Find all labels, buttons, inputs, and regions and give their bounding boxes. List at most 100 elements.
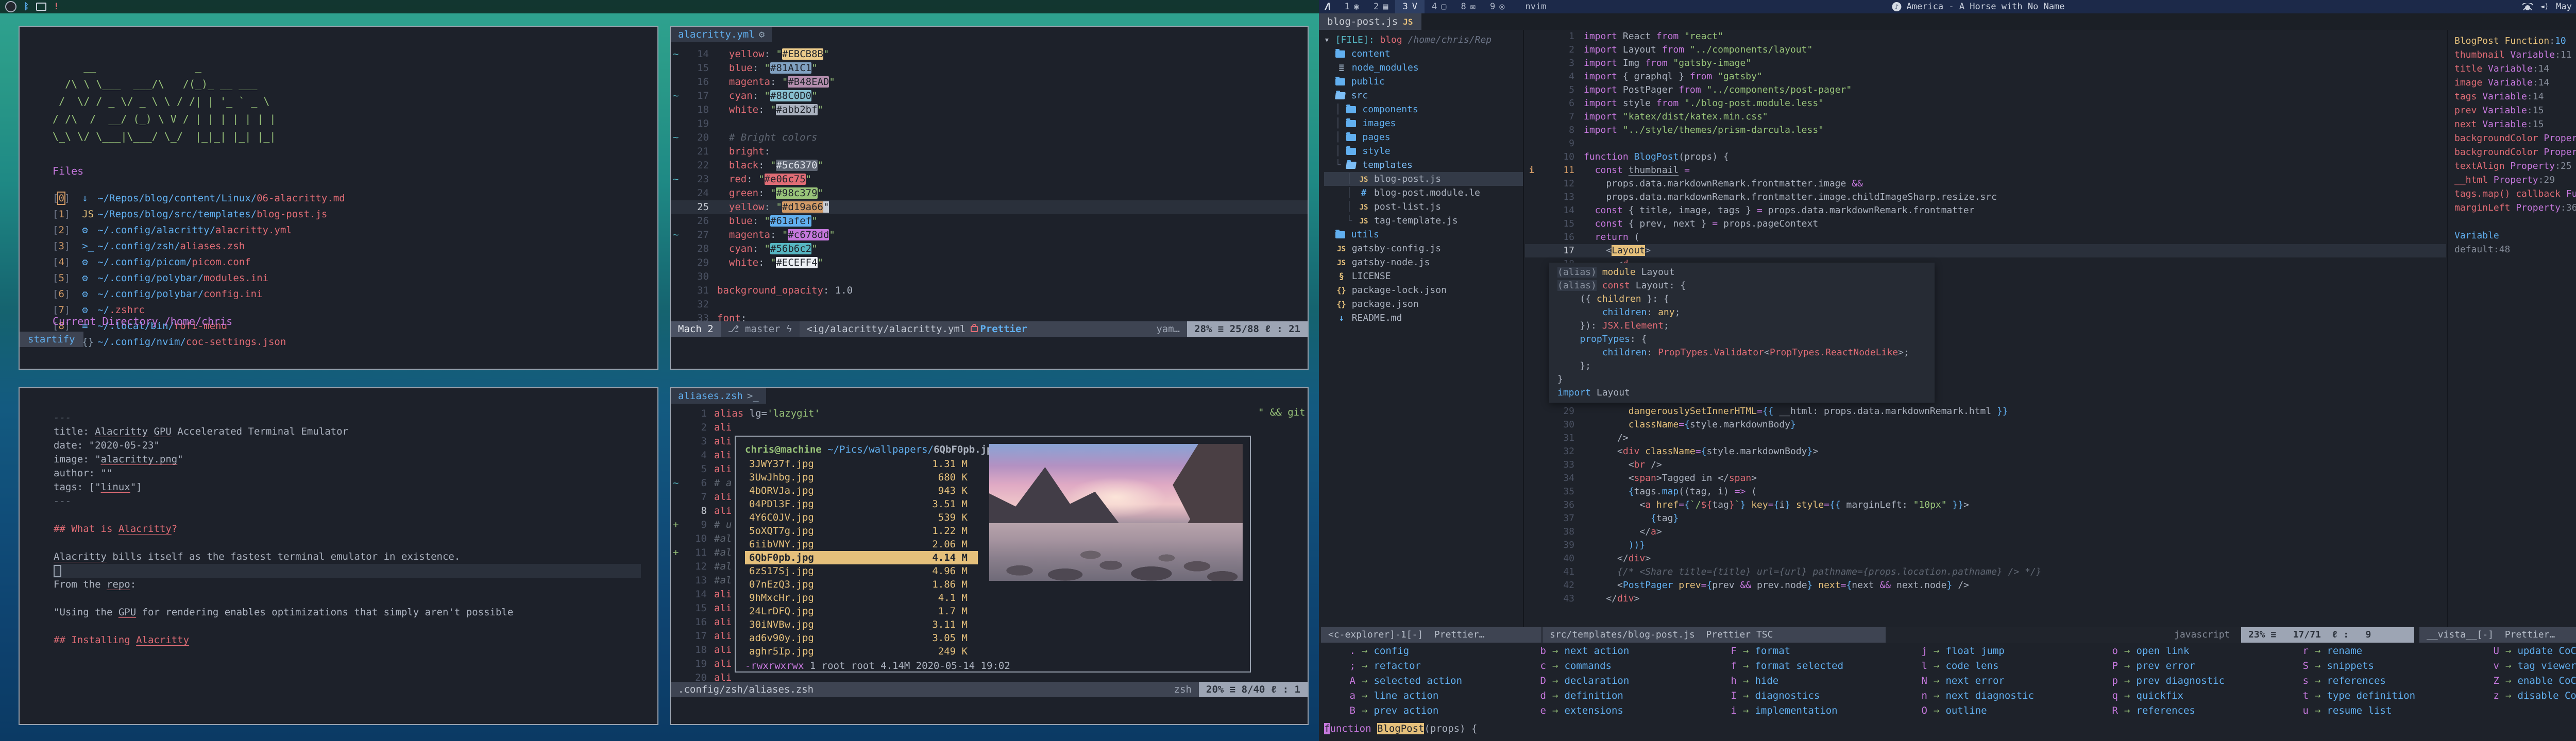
- outline-symbol-textAlign[interactable]: textAlign Property:25: [2454, 159, 2576, 173]
- file-picker-item[interactable]: 9hMxcHr.jpg4.1 M: [745, 591, 978, 605]
- outline-symbol-marginLeft[interactable]: marginLeft Property:36: [2454, 201, 2576, 215]
- outline-symbol-tags[interactable]: tags Variable:14: [2454, 90, 2576, 104]
- which-key-binding-U[interactable]: U→update CoC: [2481, 644, 2576, 659]
- tree-item-package-lock.json[interactable]: {}package-lock.json: [1324, 283, 1523, 297]
- outline-symbol-backgroundColor[interactable]: backgroundColor Property:: [2454, 145, 2576, 159]
- tree-item-public[interactable]: public: [1324, 75, 1523, 89]
- outline-symbol-__html[interactable]: __html Property:29: [2454, 173, 2576, 187]
- which-key-binding-r[interactable]: r→rename: [2290, 644, 2415, 659]
- which-key-binding-z[interactable]: z→disable CoC: [2481, 688, 2576, 703]
- startify-entry[interactable]: [2] ⚙~/.config/alacritty/alacritty.yml: [53, 222, 345, 238]
- which-key-binding-q[interactable]: q→quickfix: [2099, 688, 2225, 703]
- file-picker-item[interactable]: 6iibVNY.jpg2.06 M: [745, 538, 978, 551]
- tree-item-gatsby-config.js[interactable]: JSgatsby-config.js: [1324, 242, 1523, 255]
- which-key-binding-B[interactable]: B→prev action: [1337, 703, 1462, 718]
- which-key-binding-d[interactable]: d→definition: [1528, 688, 1629, 703]
- which-key-binding-f[interactable]: f→format selected: [1718, 659, 1843, 674]
- which-key-binding-b[interactable]: b→next action: [1528, 644, 1629, 659]
- volume-icon[interactable]: ◄): [2540, 3, 2549, 11]
- tree-item-src[interactable]: src: [1324, 89, 1523, 102]
- file-picker-item[interactable]: ad6v90y.jpg3.05 M: [745, 631, 978, 645]
- outline-symbol-title[interactable]: title Variable:14: [2454, 62, 2576, 76]
- tree-item-content[interactable]: content: [1324, 47, 1523, 61]
- which-key-binding-S[interactable]: S→snippets: [2290, 659, 2415, 674]
- startify-entry[interactable]: [3] >_~/.config/zsh/aliases.zsh: [53, 238, 345, 254]
- file-picker-item[interactable]: 3UwJhbg.jpg680 K: [745, 471, 978, 484]
- which-key-binding-u[interactable]: u→resume list: [2290, 703, 2415, 718]
- outline-symbol-backgroundColor[interactable]: backgroundColor Property:: [2454, 131, 2576, 145]
- workspace-3-active[interactable]: 3V: [1395, 0, 1425, 13]
- outline-symbol-BlogPost[interactable]: BlogPost Function:10: [2454, 34, 2576, 48]
- which-key-binding-R[interactable]: R→references: [2099, 703, 2225, 718]
- file-picker-item[interactable]: 5oXQT7g.jpg1.22 M: [745, 524, 978, 538]
- tree-item-blog-post.js[interactable]: │ JSblog-post.js: [1324, 172, 1523, 186]
- tree-item-gatsby-node.js[interactable]: JSgatsby-node.js: [1324, 255, 1523, 269]
- startify-entry[interactable]: [9] {}~/.config/nvim/coc-settings.json: [53, 334, 345, 350]
- which-key-binding-i[interactable]: i→implementation: [1718, 703, 1843, 718]
- which-key-binding-p[interactable]: p→prev diagnostic: [2099, 674, 2225, 688]
- file-picker-item[interactable]: 30iNVBw.jpg3.11 M: [745, 618, 978, 631]
- which-key-binding-j[interactable]: j→float jump: [1909, 644, 2034, 659]
- workspace-4[interactable]: 4▢: [1425, 0, 1454, 13]
- workspace-9[interactable]: 9◎: [1483, 0, 1512, 13]
- startify-entry[interactable]: [1] JS~/Repos/blog/src/templates/blog-po…: [53, 206, 345, 222]
- spotify-module[interactable]: ♪ America - A Horse with No Name: [1892, 2, 2064, 12]
- tree-item-blog-post.module.le[interactable]: │ #blog-post.module.le: [1324, 186, 1523, 200]
- which-key-binding-;[interactable]: ;→refactor: [1337, 659, 1462, 674]
- workspace-1[interactable]: 1◉: [1337, 0, 1366, 13]
- workspace-2[interactable]: 2▤: [1366, 0, 1396, 13]
- which-key-binding-t[interactable]: t→type definition: [2290, 688, 2415, 703]
- file-picker-item[interactable]: 07nEzQ3.jpg1.86 M: [745, 578, 978, 591]
- file-picker-item[interactable]: 6zS17Sj.jpg4.96 M: [745, 564, 978, 578]
- tree-item-node_modules[interactable]: ≣node_modules: [1324, 61, 1523, 75]
- startify-entry[interactable]: [5] ⚙~/.config/polybar/modules.ini: [53, 270, 345, 286]
- which-key-binding-O[interactable]: O→outline: [1909, 703, 2034, 718]
- outline-symbol-next[interactable]: next Variable:15: [2454, 117, 2576, 131]
- startify-entry[interactable]: [4] ⚙~/.config/picom/picom.conf: [53, 254, 345, 270]
- outline-symbol-thumbnail[interactable]: thumbnail Variable:11: [2454, 48, 2576, 62]
- which-key-binding-N[interactable]: N→next error: [1909, 674, 2034, 688]
- tree-item-templates[interactable]: └ templates: [1324, 158, 1523, 172]
- which-key-binding-D[interactable]: D→declaration: [1528, 674, 1629, 688]
- tree-item-style[interactable]: │ style: [1324, 144, 1523, 158]
- outline-symbol-prev[interactable]: prev Variable:15: [2454, 104, 2576, 117]
- which-key-binding-P[interactable]: P→prev error: [2099, 659, 2225, 674]
- tree-item-components[interactable]: │ components: [1324, 102, 1523, 116]
- which-key-binding-A[interactable]: A→selected action: [1337, 674, 1462, 688]
- which-key-binding-o[interactable]: o→open link: [2099, 644, 2225, 659]
- which-key-binding-.[interactable]: .→config: [1337, 644, 1462, 659]
- which-key-binding-v[interactable]: v→tag viewer: [2481, 659, 2576, 674]
- startify-entry[interactable]: [0] ↓~/Repos/blog/content/Linux/06-alacr…: [53, 191, 345, 206]
- which-key-binding-s[interactable]: s→references: [2290, 674, 2415, 688]
- file-picker-item[interactable]: 6QbF0pb.jpg4.14 M: [745, 551, 978, 564]
- which-key-binding-n[interactable]: n→next diagnostic: [1909, 688, 2034, 703]
- which-key-binding-I[interactable]: I→diagnostics: [1718, 688, 1843, 703]
- which-key-binding-l[interactable]: l→code lens: [1909, 659, 2034, 674]
- file-picker-item[interactable]: aghr5Ip.jpg249 K: [745, 645, 978, 658]
- file-picker-item[interactable]: 3JWY37f.jpg1.31 M: [745, 457, 978, 471]
- which-key-binding-e[interactable]: e→extensions: [1528, 703, 1629, 718]
- outline-symbol-tags.map() callback[interactable]: tags.map() callback Function:: [2454, 187, 2576, 201]
- bluetooth-icon[interactable]: ᛒ: [24, 2, 29, 12]
- file-picker-item[interactable]: 4Y6C0JV.jpg539 K: [745, 511, 978, 524]
- outline-symbol-image[interactable]: image Variable:14: [2454, 76, 2576, 90]
- tree-item-README.md[interactable]: ↓README.md: [1324, 311, 1523, 325]
- workspace-8[interactable]: 8✉: [1453, 0, 1483, 13]
- which-key-binding-F[interactable]: F→format: [1718, 644, 1843, 659]
- file-picker-item[interactable]: 04PDl3F.jpg3.51 M: [745, 497, 978, 511]
- notification-alert-icon[interactable]: !: [54, 2, 59, 12]
- file-picker-item[interactable]: 24LrDFQ.jpg1.7 M: [745, 605, 978, 618]
- discord-icon[interactable]: [5, 1, 16, 12]
- wifi-icon[interactable]: [2522, 3, 2533, 10]
- tree-item-package.json[interactable]: {}package.json: [1324, 297, 1523, 311]
- tree-item-tag-template.js[interactable]: └ JStag-template.js: [1324, 214, 1523, 228]
- file-picker-item[interactable]: 4bORVJa.jpg943 K: [745, 484, 978, 497]
- tree-item-utils[interactable]: utils: [1324, 228, 1523, 242]
- startify-entry[interactable]: [6] ⚙~/.config/polybar/config.ini: [53, 286, 345, 302]
- buffer-tab[interactable]: alacritty.yml⚙: [671, 27, 772, 42]
- tree-item-pages[interactable]: │ pages: [1324, 130, 1523, 144]
- tree-item-LICENSE[interactable]: §LICENSE: [1324, 269, 1523, 283]
- tree-item-post-list.js[interactable]: │ JSpost-list.js: [1324, 200, 1523, 214]
- which-key-binding-Z[interactable]: Z→enable CoC: [2481, 674, 2576, 688]
- buffer-tab[interactable]: aliases.zsh>_: [671, 388, 766, 404]
